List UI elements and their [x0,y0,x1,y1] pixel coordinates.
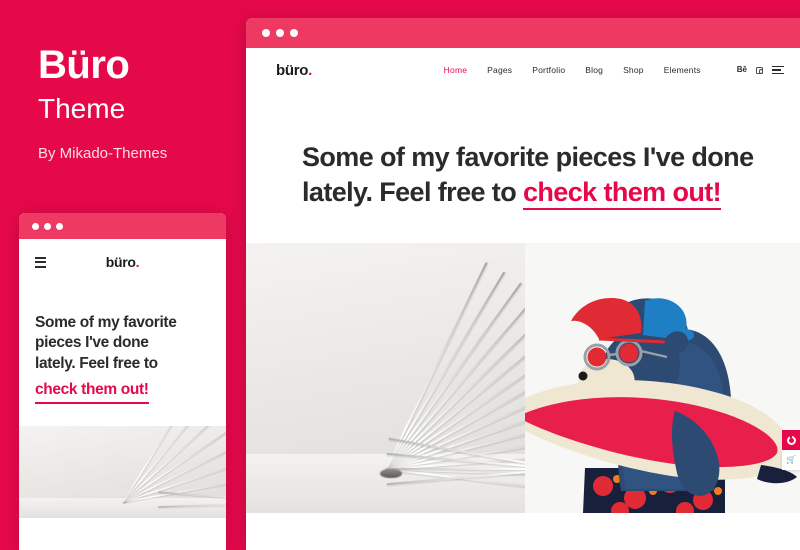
mobile-site-logo[interactable]: büro. [19,254,226,270]
theme-options-button[interactable] [782,430,800,450]
nav-item-home[interactable]: Home [444,65,467,75]
mobile-window-dot-minimize[interactable] [44,222,51,230]
mobile-book-scene [19,425,226,518]
site-logo[interactable]: büro. [276,62,312,79]
nav-item-blog[interactable]: Blog [585,65,603,75]
hero-section: Some of my favorite pieces I've done lat… [246,92,800,244]
mobile-hero-cta-link[interactable]: check them out! [35,380,149,404]
bear-artwork [525,243,800,514]
nav-item-shop[interactable]: Shop [623,65,644,75]
mobile-preview-window: büro. Some of my favorite pieces I've do… [19,213,226,550]
nav-item-portfolio[interactable]: Portfolio [532,65,565,75]
ring-icon [786,434,796,445]
site-nav-icon-group: Bē [737,66,784,75]
nav-item-pages[interactable]: Pages [487,65,512,75]
book-spine [379,469,402,478]
product-author: By Mikado-Themes [38,144,168,162]
desktop-window-titlebar [246,18,800,48]
mobile-window-dot-maximize[interactable] [56,222,63,230]
mobile-navigation-bar: büro. [19,239,226,285]
book-scene [246,243,525,514]
floating-side-widget: 🛒 [782,430,800,470]
window-dot-close[interactable] [262,29,270,37]
window-dot-minimize[interactable] [276,29,284,37]
cart-button[interactable]: 🛒 [782,450,800,470]
open-book-photo[interactable] [246,243,525,514]
hero-heading-line-2: lately. Feel free to [302,176,523,207]
hero-heading: Some of my favorite pieces I've done lat… [302,140,772,210]
mobile-hero-line-1: Some of my favorite [35,314,177,331]
site-nav-links: Home Pages Portfolio Blog Shop Elements … [444,65,784,75]
mobile-hero-line-3: lately. Feel free to [35,354,158,372]
window-dot-maximize[interactable] [290,29,298,37]
cart-icon: 🛒 [786,455,796,464]
mobile-site-logo-accent-dot: . [135,254,140,270]
nav-item-elements[interactable]: Elements [664,65,701,75]
mobile-window-dot-close[interactable] [32,222,39,230]
surfer-bear-illustration[interactable] [525,243,800,514]
behance-icon[interactable]: Bē [737,66,747,74]
mobile-window-titlebar [19,213,226,239]
site-navigation-bar: büro. Home Pages Portfolio Blog Shop Ele… [246,48,800,92]
site-logo-text: büro [276,61,309,79]
mobile-open-book-photo[interactable] [19,425,226,518]
hamburger-menu-icon[interactable] [772,65,784,75]
portfolio-gallery [246,243,800,514]
desktop-preview-window: büro. Home Pages Portfolio Blog Shop Ele… [246,18,800,550]
mobile-hero-line-2: pieces I've done [35,334,149,352]
product-title: Büro [38,43,130,87]
hero-cta-link[interactable]: check them out! [523,176,722,210]
site-logo-accent-dot: . [308,61,313,79]
mobile-site-logo-text: büro [105,254,136,270]
product-subtitle: Theme [38,93,126,124]
hero-heading-line-1: Some of my favorite pieces I've done [302,142,754,172]
mobile-hero-section: Some of my favorite pieces I've done lat… [19,285,226,426]
mobile-hero-heading: Some of my favorite pieces I've done lat… [35,313,210,404]
instagram-icon[interactable] [756,66,763,74]
mobile-hamburger-menu-icon[interactable] [35,256,46,268]
